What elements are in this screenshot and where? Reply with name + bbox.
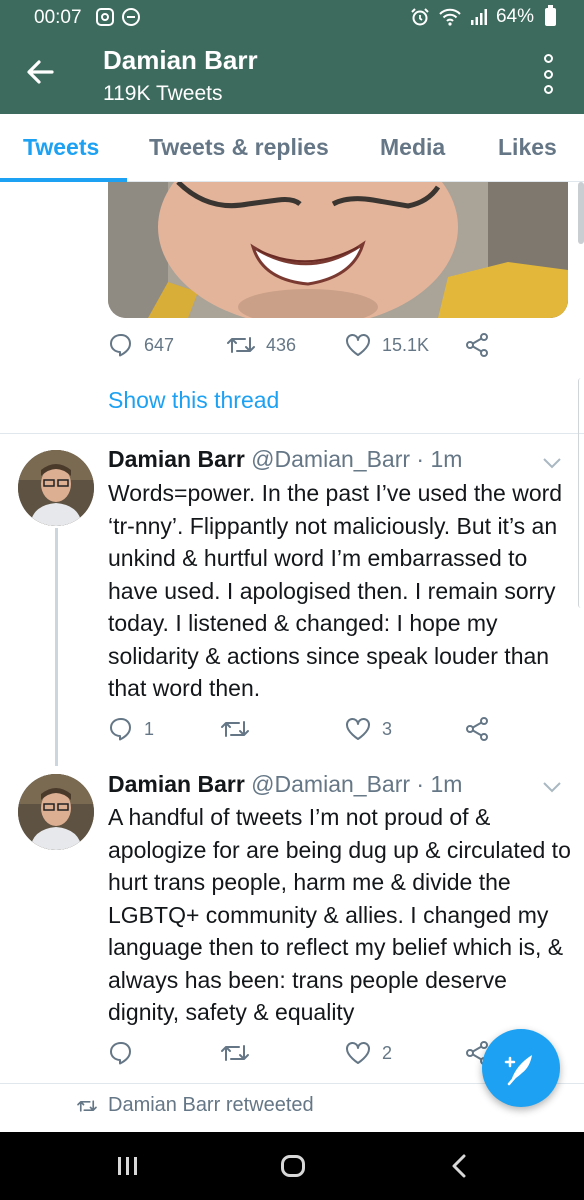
nav-back-icon[interactable] (450, 1154, 468, 1178)
tab-tweets-and-replies[interactable]: Tweets & replies (149, 134, 329, 161)
share-icon (466, 333, 488, 357)
scrollbar-track[interactable] (578, 378, 584, 608)
retweet-icon (221, 1045, 249, 1061)
tweet-count: 119K Tweets (103, 82, 223, 105)
author-name[interactable]: Damian Barr (108, 771, 245, 797)
tweet-text: Words=power. In the past I’ve used the w… (108, 480, 563, 701)
app-bar: Damian Barr 119K Tweets (0, 36, 584, 114)
compose-feather-icon (504, 1055, 532, 1086)
wifi-icon (439, 8, 461, 26)
profile-tabs: Tweets Tweets & replies Media Likes (0, 114, 584, 182)
tweet-photo[interactable] (108, 182, 568, 318)
scrollbar-thumb[interactable] (578, 182, 584, 244)
heart-icon (346, 1042, 370, 1064)
thread-connector (55, 528, 58, 766)
reply-count: 1 (144, 718, 155, 739)
retweet-action[interactable] (220, 716, 260, 742)
author-handle: @Damian_Barr · 1m (251, 771, 463, 797)
reply-icon (110, 334, 131, 357)
status-time: 00:07 (34, 7, 82, 28)
reply-action[interactable]: 647 (108, 332, 174, 358)
retweet-context-label: Damian Barr retweeted (108, 1094, 314, 1116)
instagram-icon (96, 8, 114, 26)
retweet-icon (77, 1099, 97, 1112)
retweet-count: 436 (266, 334, 297, 355)
heart-icon (346, 718, 370, 740)
battery-icon (545, 5, 556, 26)
tab-likes[interactable]: Likes (498, 134, 557, 161)
retweet-action[interactable] (220, 1040, 260, 1066)
do-not-disturb-icon (122, 8, 140, 26)
reply-icon (110, 718, 131, 741)
like-action[interactable]: 15.1K (344, 332, 429, 358)
tweet-text: A handful of tweets I’m not proud of & a… (108, 804, 571, 1025)
home-icon[interactable] (281, 1155, 305, 1177)
tweet-actions: 1 3 (108, 716, 568, 746)
retweet-context: Damian Barr retweeted (76, 1094, 314, 1117)
share-action[interactable] (464, 716, 490, 742)
like-count: 3 (382, 718, 393, 739)
tab-tweets[interactable]: Tweets (23, 134, 99, 161)
retweet-action[interactable]: 436 (226, 332, 296, 358)
back-arrow-icon[interactable] (22, 54, 58, 90)
chevron-down-icon[interactable] (542, 456, 562, 470)
reply-icon (110, 1042, 131, 1065)
tweet-actions: 647 436 15.1K (108, 332, 568, 362)
profile-name: Damian Barr (103, 45, 258, 75)
share-icon (466, 717, 488, 741)
tweet-divider (0, 433, 584, 434)
tweet-header: Damian Barr @Damian_Barr · 1m (108, 446, 462, 473)
retweet-icon (227, 337, 255, 353)
reply-action[interactable] (108, 1040, 144, 1066)
reply-action[interactable]: 1 (108, 716, 154, 742)
tweet-header: Damian Barr @Damian_Barr · 1m (108, 771, 462, 798)
show-thread-link[interactable]: Show this thread (108, 387, 279, 414)
like-action[interactable]: 2 (344, 1040, 392, 1066)
battery-percent: 64% (495, 6, 534, 27)
status-right: 64% (410, 5, 556, 28)
heart-icon (346, 334, 370, 356)
alarm-icon (411, 8, 429, 26)
author-handle: @Damian_Barr · 1m (251, 446, 463, 472)
chevron-down-icon[interactable] (542, 780, 562, 794)
more-options-icon[interactable] (538, 54, 558, 94)
share-action[interactable] (464, 332, 490, 358)
avatar[interactable] (18, 774, 94, 850)
compose-tweet-button[interactable] (482, 1029, 560, 1107)
like-count: 15.1K (382, 334, 430, 355)
avatar[interactable] (18, 450, 94, 526)
tab-media[interactable]: Media (380, 134, 445, 161)
system-nav-bar (0, 1132, 584, 1200)
status-bar: 00:07 64% (0, 0, 584, 36)
recent-apps-icon[interactable] (118, 1157, 137, 1175)
retweet-icon (221, 721, 249, 737)
like-count: 2 (382, 1042, 393, 1063)
like-action[interactable]: 3 (344, 716, 392, 742)
author-name[interactable]: Damian Barr (108, 446, 245, 472)
reply-count: 647 (144, 334, 175, 355)
notification-icons (96, 8, 140, 26)
signal-icon (470, 9, 487, 25)
tweet-feed[interactable]: 647 436 15.1K Show this thread Damian Ba… (0, 182, 584, 1132)
